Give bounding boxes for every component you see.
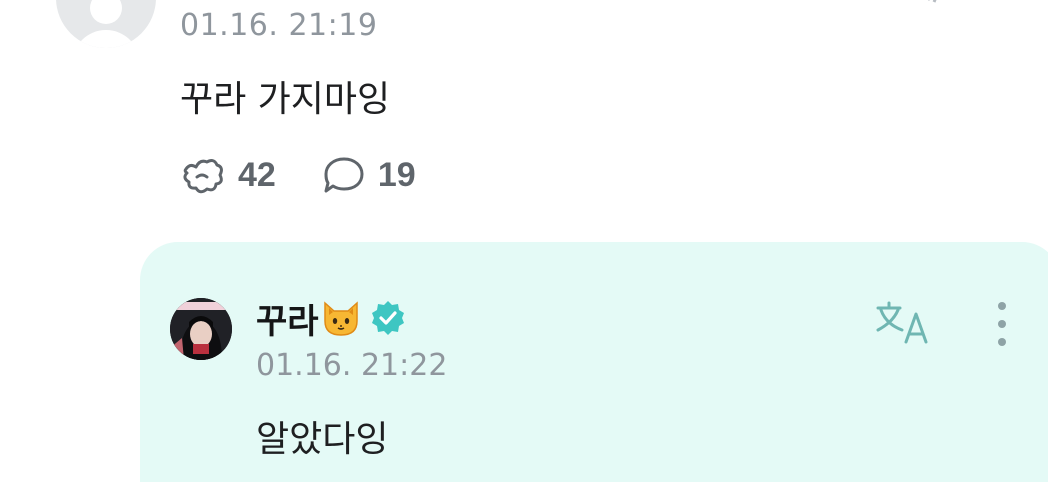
avatar-shoulders-shape xyxy=(72,30,140,48)
comment-bubble-icon xyxy=(324,157,364,193)
comment-text: 꾸라 가지마잉 xyxy=(180,79,391,120)
reply-text: 알았다잉 xyxy=(256,419,389,460)
artist-avatar-image xyxy=(170,298,232,360)
reply-button[interactable]: 19 xyxy=(322,155,416,195)
reply-timestamp: 01.16. 21:22 xyxy=(256,348,448,383)
like-icon xyxy=(183,159,223,194)
cat-face-icon xyxy=(323,301,358,336)
translate-icon-top[interactable] xyxy=(916,0,956,4)
reply-author-row: 꾸라 xyxy=(256,294,407,342)
like-count: 42 xyxy=(238,155,276,194)
reply-count: 19 xyxy=(377,155,416,194)
verified-badge-icon xyxy=(371,301,404,335)
reply-author-name[interactable]: 꾸라 xyxy=(256,294,319,343)
more-options-icon[interactable] xyxy=(990,300,1014,348)
translate-icon[interactable] xyxy=(874,300,934,344)
default-avatar[interactable] xyxy=(56,0,156,48)
comment-timestamp: 01.16. 21:19 xyxy=(180,8,378,43)
comment-actions: 42 19 xyxy=(180,150,462,200)
avatar-head-shape xyxy=(90,0,122,24)
comment-thread: 01.16. 21:19 꾸라 가지마잉 42 19 꾸라 01.16. 21:… xyxy=(0,0,1048,482)
like-button[interactable]: 42 xyxy=(180,155,276,195)
artist-avatar[interactable] xyxy=(170,298,232,360)
